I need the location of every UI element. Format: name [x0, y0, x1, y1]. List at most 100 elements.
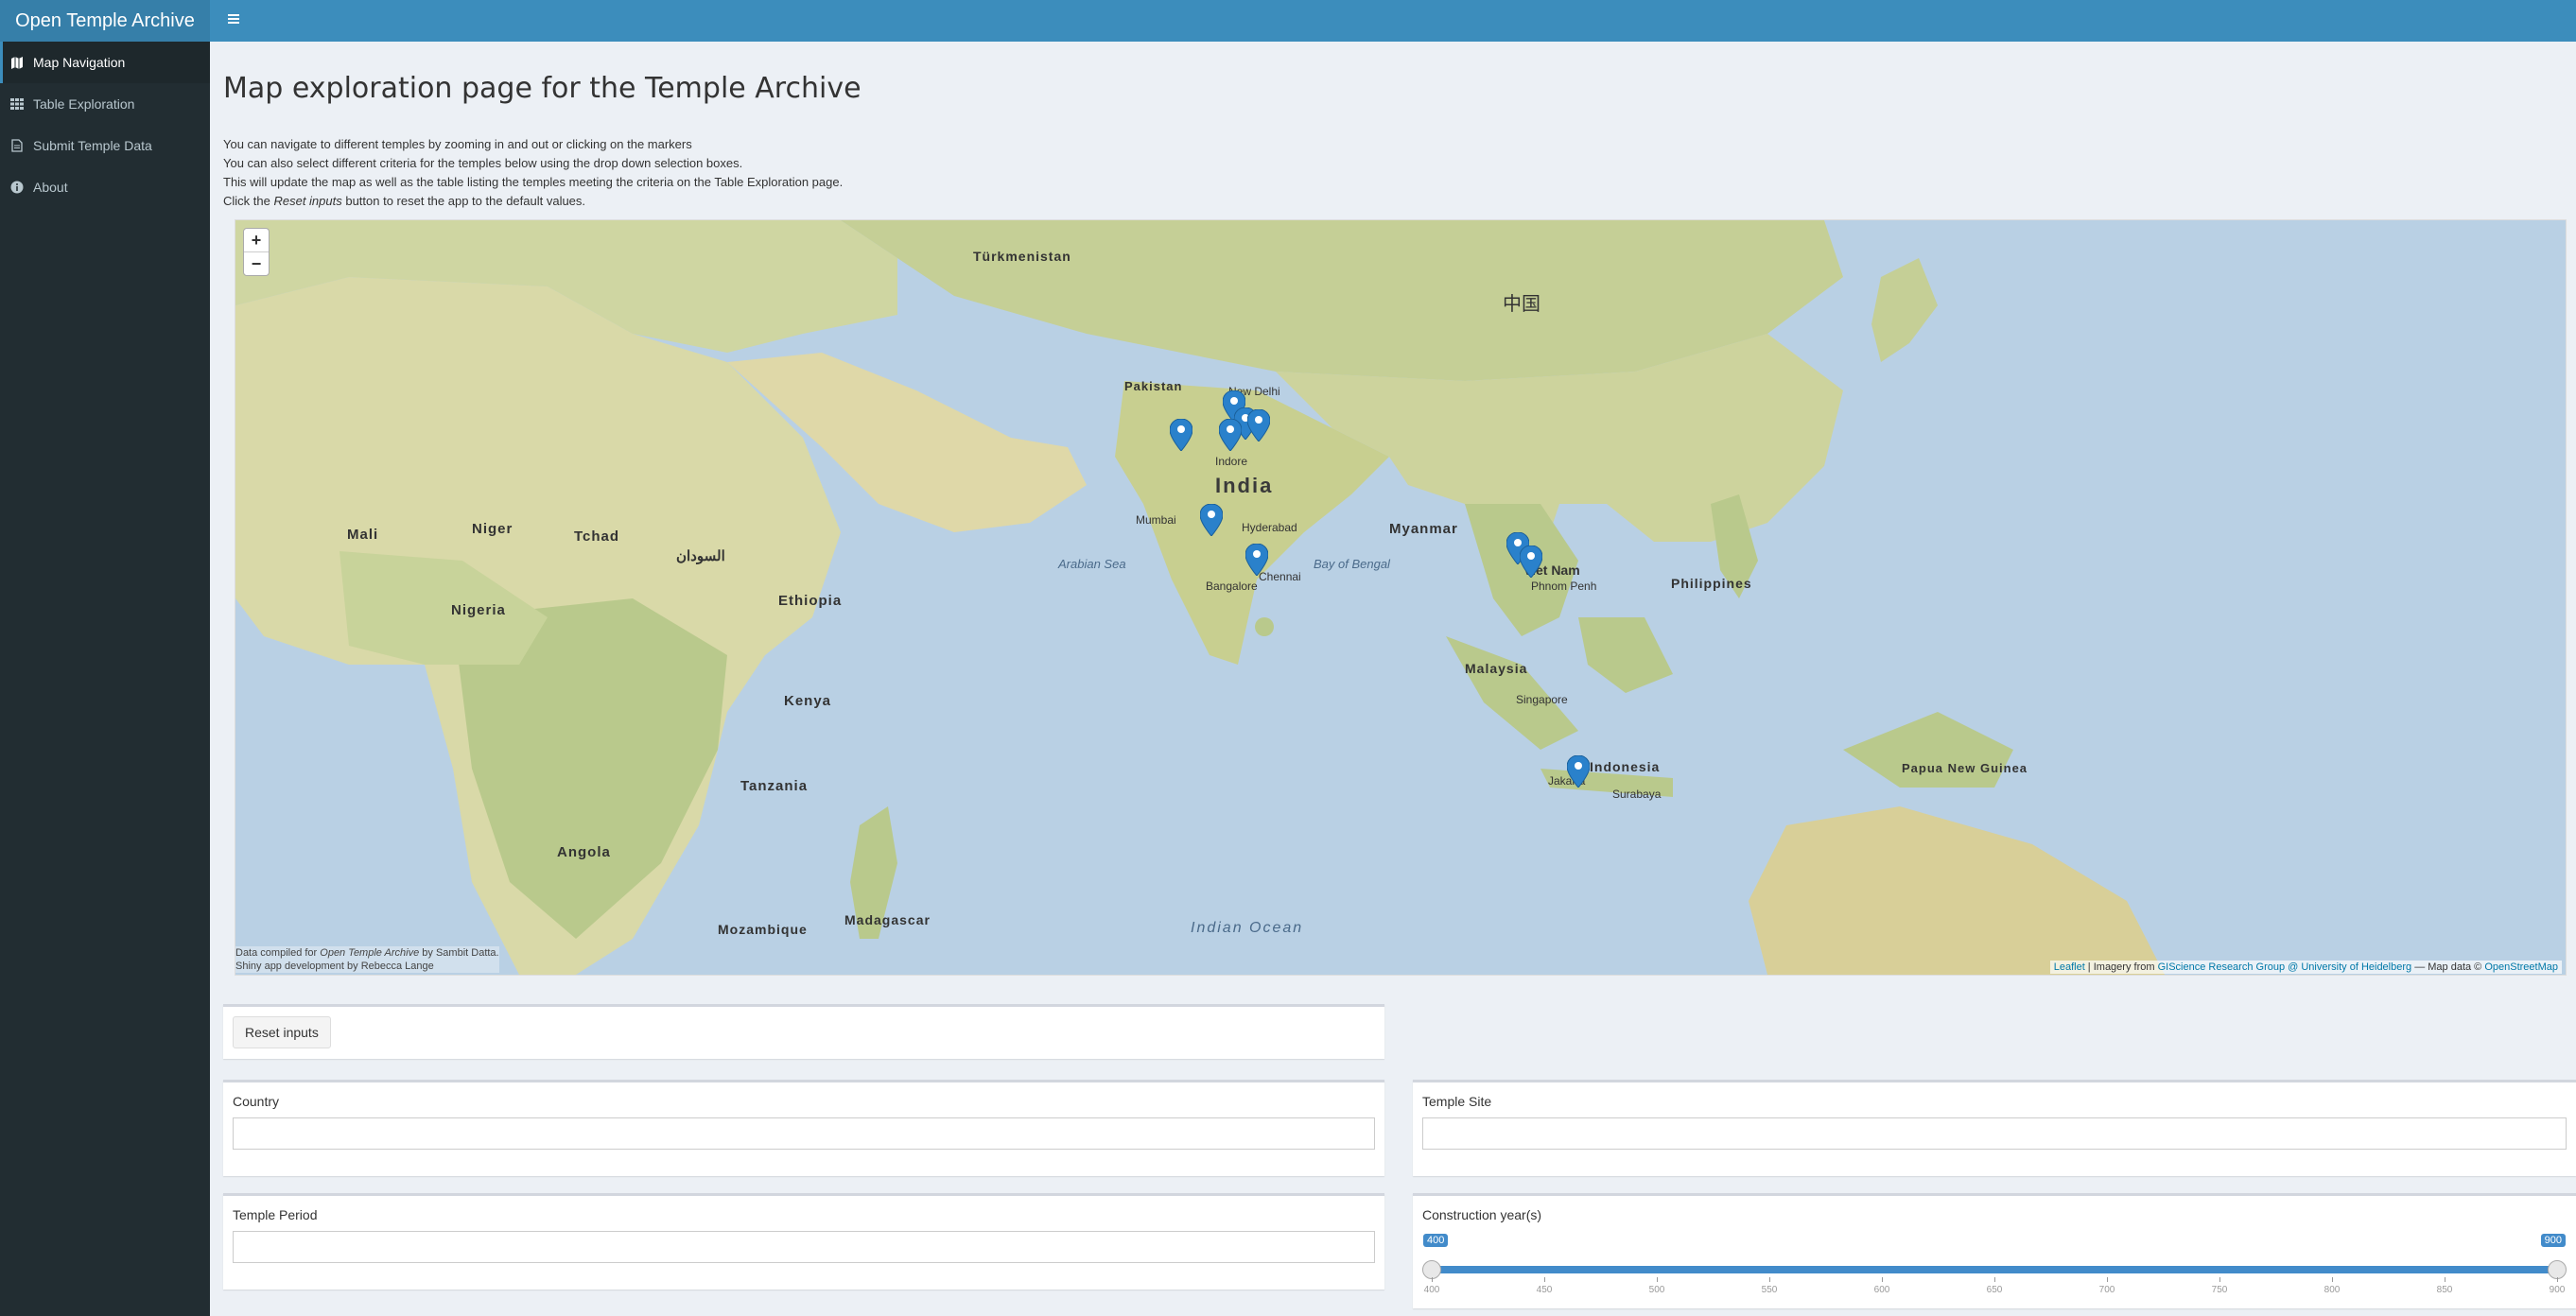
osm-link[interactable]: OpenStreetMap: [2484, 961, 2558, 973]
map-label-arabian-sea: Arabian Sea: [1058, 557, 1126, 571]
slider-tick-mark: [2332, 1277, 2333, 1282]
temple-marker[interactable]: [1247, 409, 1270, 442]
table-icon: [9, 96, 25, 112]
map-tiles: [235, 220, 2566, 975]
app-logo[interactable]: Open Temple Archive: [0, 0, 210, 42]
reset-inputs-button[interactable]: Reset inputs: [233, 1016, 331, 1048]
intro-line: You can also select different criteria f…: [223, 156, 743, 170]
map-label-indonesia: Indonesia: [1590, 759, 1661, 774]
temple-marker[interactable]: [1520, 545, 1542, 578]
map-label-bangalore: Bangalore: [1206, 580, 1258, 593]
map-label-bay-of-bengal: Bay of Bengal: [1314, 557, 1390, 571]
slider-tick-mark: [1882, 1277, 1883, 1282]
year-slider-low-handle[interactable]: [1422, 1260, 1441, 1279]
map-label-mali: Mali: [347, 527, 379, 543]
slider-low-value: 400: [1423, 1234, 1449, 1247]
slider-tick-label: 800: [2324, 1285, 2341, 1295]
sidebar: Map Navigation Table Exploration Submit …: [0, 42, 210, 1316]
slider-tick-mark: [1432, 1277, 1433, 1282]
map-label-india: India: [1215, 474, 1274, 497]
leaflet-link[interactable]: Leaflet: [2054, 961, 2085, 973]
map-icon: [9, 55, 25, 70]
map-label-niger: Niger: [472, 521, 513, 537]
intro-line: This will update the map as well as the …: [223, 175, 844, 189]
sidebar-item-submit-temple-data[interactable]: Submit Temple Data: [0, 125, 210, 166]
map-label-phnom-penh: Phnom Penh: [1531, 580, 1597, 593]
map-label-indore: Indore: [1215, 455, 1248, 468]
construction-year-box: Construction year(s) 400 900 400 450 500 55…: [1413, 1193, 2576, 1308]
hamburger-icon[interactable]: [223, 9, 244, 30]
country-box: Country: [223, 1080, 1384, 1176]
slider-tick-label: 700: [2098, 1285, 2115, 1295]
map-label-tanzania: Tanzania: [740, 778, 809, 794]
temple-marker[interactable]: [1567, 755, 1590, 788]
temple-marker[interactable]: [1245, 544, 1268, 576]
map-label-indian-ocean: Indian Ocean: [1191, 920, 1304, 936]
intro-line: Click the Reset inputs button to reset t…: [223, 194, 586, 208]
map-label-madagascar: Madagascar: [844, 912, 931, 927]
temple-marker[interactable]: [1200, 504, 1223, 536]
country-label: Country: [233, 1094, 280, 1109]
file-icon: [9, 138, 25, 153]
slider-tick-label: 450: [1536, 1285, 1553, 1295]
top-navbar: [210, 0, 2576, 42]
temple-period-label: Temple Period: [233, 1207, 318, 1222]
zoom-in-button[interactable]: +: [244, 229, 269, 251]
map-label-turkmenistan: Türkmenistan: [973, 249, 1071, 264]
map-label-ethiopia: Ethiopia: [778, 593, 843, 609]
sidebar-item-label: About: [33, 180, 68, 195]
sidebar-item-label: Table Exploration: [33, 96, 135, 112]
map-label-papua-new-guinea: Papua New Guinea: [1902, 761, 2028, 775]
content-area: Map exploration page for the Temple Arch…: [210, 42, 2576, 1316]
data-attribution: Data compiled for Open Temple Archive by…: [235, 946, 499, 973]
temple-site-box: Temple Site: [1413, 1080, 2576, 1176]
map-label-mumbai: Mumbai: [1136, 513, 1176, 527]
sidebar-item-map-navigation[interactable]: Map Navigation: [0, 42, 210, 83]
map-label-philippines: Philippines: [1671, 576, 1752, 591]
slider-tick-label: 900: [2549, 1285, 2566, 1295]
slider-tick-label: 500: [1648, 1285, 1665, 1295]
slider-tick-label: 650: [1986, 1285, 2003, 1295]
slider-tick-mark: [1544, 1277, 1545, 1282]
sidebar-item-about[interactable]: About: [0, 166, 210, 208]
slider-high-value: 900: [2540, 1234, 2566, 1247]
country-select[interactable]: [233, 1117, 1375, 1150]
giscience-link[interactable]: GIScience Research Group @ University of…: [2158, 961, 2412, 973]
temple-site-select[interactable]: [1422, 1117, 2567, 1150]
year-slider-high-handle[interactable]: [2548, 1260, 2567, 1279]
map-label-sudan: السودان: [676, 548, 725, 564]
zoom-control: + −: [243, 228, 270, 276]
sidebar-item-label: Map Navigation: [33, 55, 126, 70]
slider-tick-label: 550: [1761, 1285, 1778, 1295]
intro-line: You can navigate to different temples by…: [223, 137, 692, 151]
sidebar-item-label: Submit Temple Data: [33, 138, 152, 153]
sidebar-item-table-exploration[interactable]: Table Exploration: [0, 83, 210, 125]
temple-period-select[interactable]: [233, 1231, 1375, 1263]
slider-tick-label: 850: [2436, 1285, 2453, 1295]
slider-tick-label: 750: [2211, 1285, 2228, 1295]
reset-box: Reset inputs: [223, 1004, 1384, 1059]
slider-tick-mark: [2107, 1277, 2108, 1282]
temple-marker[interactable]: [1219, 419, 1242, 451]
map-attribution: Leaflet | Imagery from GIScience Researc…: [2049, 961, 2562, 974]
slider-tick-mark: [1769, 1277, 1770, 1282]
slider-tick-mark: [2219, 1277, 2220, 1282]
map-label-tchad: Tchad: [574, 528, 620, 545]
temple-marker[interactable]: [1170, 419, 1192, 451]
temple-map[interactable]: India Pakistan Myanmar Indonesia Malaysi…: [235, 219, 2567, 976]
year-slider-track[interactable]: [1432, 1266, 2557, 1273]
zoom-out-button[interactable]: −: [244, 251, 269, 275]
slider-tick-mark: [1657, 1277, 1658, 1282]
map-label-malaysia: Malaysia: [1465, 661, 1528, 676]
map-label-singapore: Singapore: [1516, 693, 1568, 706]
page-title: Map exploration page for the Temple Arch…: [223, 72, 862, 105]
construction-year-label: Construction year(s): [1422, 1207, 1542, 1222]
map-label-angola: Angola: [557, 844, 611, 860]
temple-site-label: Temple Site: [1422, 1094, 1492, 1109]
temple-period-box: Temple Period: [223, 1193, 1384, 1290]
map-label-myanmar: Myanmar: [1389, 521, 1458, 537]
intro-text: You can navigate to different temples by…: [223, 135, 843, 211]
slider-tick-label: 600: [1873, 1285, 1890, 1295]
map-label-pakistan: Pakistan: [1124, 379, 1183, 393]
map-label-nigeria: Nigeria: [451, 602, 506, 618]
